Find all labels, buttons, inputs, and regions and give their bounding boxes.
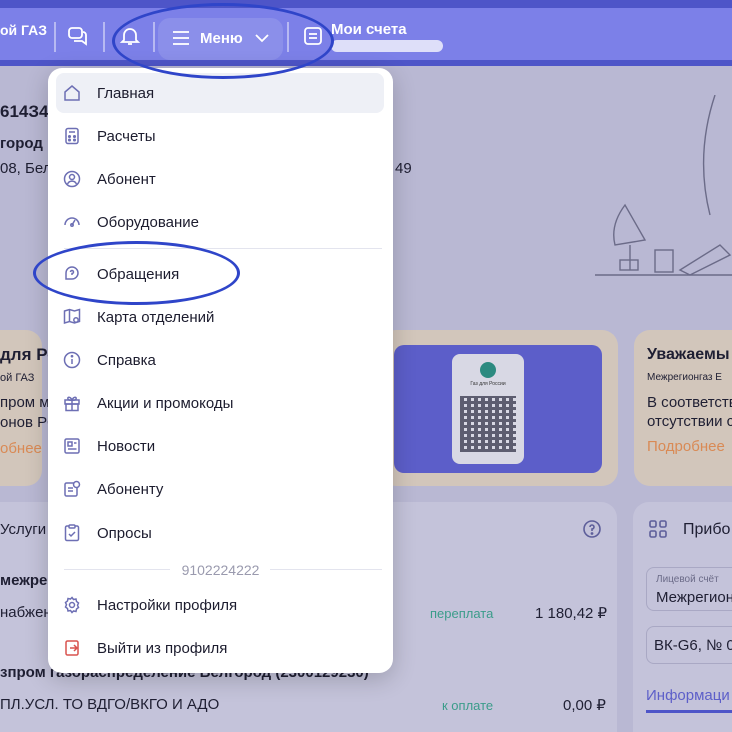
topbar-divider (54, 22, 56, 52)
promo-right-sub: Межрегионгаз Е (647, 372, 722, 383)
home-icon (62, 83, 82, 103)
bell-icon[interactable] (118, 24, 142, 48)
service-row1-sub: набжен (0, 604, 52, 621)
question-bubble-icon (62, 264, 82, 284)
promo-left-sub: ой ГАЗ (0, 372, 35, 384)
menu-item-branch-map[interactable]: Карта отделений (56, 297, 384, 337)
menu-item-label: Выйти из профиля (97, 639, 228, 657)
address-end: 49 (395, 160, 412, 177)
survey-icon (62, 523, 82, 543)
main-menu-dropdown: Главная Расчеты Абонент Оборудование Обр… (48, 68, 393, 673)
menu-item-label: Расчеты (97, 127, 156, 145)
menu-item-label: Карта отделений (97, 308, 215, 326)
menu-item-promotions[interactable]: Акции и промокоды (56, 383, 384, 423)
menu-item-for-subscriber[interactable]: Абоненту (56, 469, 384, 509)
service-row2-amount: 0,00 ₽ (563, 697, 606, 714)
topbar-divider (153, 22, 155, 52)
account-select-label: Лицевой счёт (656, 574, 719, 585)
topbar-divider (287, 22, 289, 52)
calculator-icon (62, 126, 82, 146)
brand-text: ой ГАЗ (0, 22, 47, 38)
grid-icon (648, 519, 668, 539)
menu-item-label: Оборудование (97, 213, 200, 231)
menu-item-payments[interactable]: Расчеты (56, 116, 384, 156)
city-text: город (0, 135, 43, 152)
accounts-title[interactable]: Мои счета (331, 21, 407, 38)
map-icon (62, 307, 82, 327)
document-user-icon (62, 479, 82, 499)
services-title: Услуги (0, 521, 47, 538)
help-icon[interactable] (582, 519, 602, 539)
menu-item-home[interactable]: Главная (56, 73, 384, 113)
menu-button-label: Меню (200, 30, 243, 47)
gauge-icon (62, 212, 82, 232)
chat-icon[interactable] (66, 24, 90, 48)
burger-icon (172, 30, 190, 46)
menu-item-surveys[interactable]: Опросы (56, 513, 384, 553)
service-row2-status: к оплате (442, 698, 494, 713)
qr-caption: Газ для России (470, 381, 506, 387)
chevron-down-icon (254, 32, 270, 44)
qr-code-icon (460, 396, 516, 452)
gear-icon (62, 595, 82, 615)
menu-item-label: Абонент (97, 170, 156, 188)
top-bar: ой ГАЗ Меню Мои счета (0, 0, 732, 66)
qr-card: Газ для России (452, 354, 524, 464)
news-icon (62, 436, 82, 456)
menu-item-label: Новости (97, 437, 156, 455)
menu-item-news[interactable]: Новости (56, 426, 384, 466)
menu-item-profile-settings[interactable]: Настройки профиля (56, 585, 384, 625)
menu-item-logout[interactable]: Выйти из профиля (56, 628, 384, 668)
menu-item-label: Абоненту (97, 480, 164, 498)
info-tab[interactable]: Информаци (646, 687, 730, 704)
menu-divider (270, 569, 382, 570)
menu-item-label: Справка (97, 351, 156, 369)
info-icon (62, 350, 82, 370)
info-tab-underline (646, 710, 732, 713)
gift-icon (62, 393, 82, 413)
user-icon (62, 169, 82, 189)
menu-divider (64, 248, 382, 249)
promo-left-more-link[interactable]: обнее (0, 440, 42, 457)
menu-item-subscriber[interactable]: Абонент (56, 159, 384, 199)
service-row1-status: переплата (430, 606, 494, 621)
accounts-subtitle-redacted (331, 40, 443, 52)
service-row2-sub: ПЛ.УСЛ. ТО ВДГО/ВКГО И АДО (0, 696, 220, 713)
meter-select-value: ВК-G6, № 05 (654, 637, 732, 654)
menu-item-label: Настройки профиля (97, 596, 238, 614)
menu-item-label: Акции и промокоды (97, 394, 234, 412)
support-phone: 9102224222 (181, 562, 260, 578)
menu-item-label: Обращения (97, 265, 180, 283)
menu-item-label: Главная (97, 84, 155, 102)
promo-right-title: Уважаемы (647, 346, 730, 363)
gas-logo-icon (480, 362, 496, 378)
topbar-divider (103, 22, 105, 52)
account-select-value: Межрегион (656, 589, 732, 606)
desk-illustration (595, 95, 732, 285)
account-number: 614З4 (0, 102, 49, 121)
promo-right-more-link[interactable]: Подробнее (647, 438, 725, 455)
menu-item-requests[interactable]: Обращения (56, 254, 384, 294)
menu-button[interactable]: Меню (158, 18, 283, 60)
service-row1-amount: 1 180,42 ₽ (535, 605, 608, 622)
devices-title: Прибо (683, 521, 731, 538)
logout-icon (62, 638, 82, 658)
menu-item-equipment[interactable]: Оборудование (56, 202, 384, 242)
menu-item-label: Опросы (97, 524, 152, 542)
accounts-icon[interactable] (301, 24, 325, 48)
menu-item-help[interactable]: Справка (56, 340, 384, 380)
promo-right-line2: отсутствии с (647, 413, 732, 430)
promo-right-line1: В соответств (647, 394, 732, 411)
